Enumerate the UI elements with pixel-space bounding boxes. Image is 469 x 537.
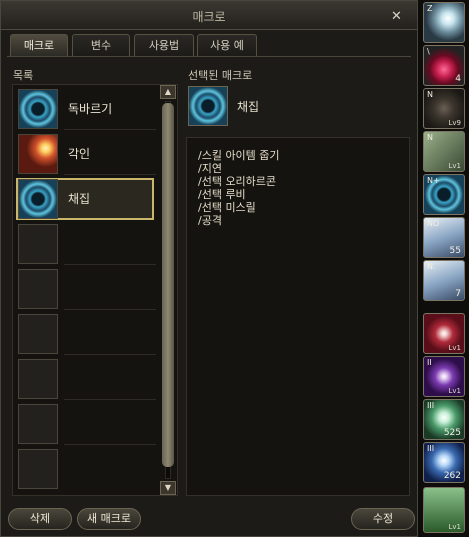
empty-slot[interactable]: [16, 313, 156, 355]
slot-count: 525: [443, 428, 461, 438]
slot-key: III: [427, 401, 435, 410]
list-scrollbar[interactable]: ▲ ▼: [160, 85, 176, 495]
empty-slot[interactable]: [16, 403, 156, 445]
empty-slot[interactable]: [16, 268, 156, 310]
tab-variables[interactable]: 변수: [72, 34, 130, 56]
tab-macro[interactable]: 매크로: [10, 34, 68, 56]
scroll-thumb[interactable]: [162, 103, 174, 467]
divider: [64, 399, 156, 400]
tab-usage[interactable]: 사용법: [134, 34, 194, 56]
arrow-skill-icon[interactable]: Lv1: [423, 487, 465, 533]
list-header: 목록: [13, 69, 34, 82]
title-bar[interactable]: 매크로 ✕: [1, 1, 417, 30]
gather-skill-icon[interactable]: N+: [423, 174, 465, 215]
empty-slot-icon: [18, 269, 58, 309]
tab-examples[interactable]: 사용 예: [197, 34, 257, 56]
slot-level: Lv9: [448, 119, 462, 127]
empty-slot[interactable]: [16, 358, 156, 400]
slot-count: 262: [443, 471, 461, 481]
slot-level: Lv1: [448, 162, 462, 170]
slot-key: NO: [427, 219, 440, 228]
wing-skill-icon[interactable]: Z: [423, 2, 465, 43]
slot-key: N: [427, 90, 433, 99]
slot-key: N.: [427, 262, 436, 271]
slot-level: Lv1: [448, 523, 462, 531]
macro-editor[interactable]: /스킬 아이템 줍기 /지연 /선택 오리하르콘 /선택 루비 /선택 미스릴 …: [186, 137, 410, 496]
swirl-skill-icon: [18, 89, 58, 129]
quick-slot-bar: Z \ 4 N Lv9 N Lv1 N+ NO 55 N. 7 Lv1 II L…: [421, 0, 469, 537]
gather-skill-icon[interactable]: [188, 86, 228, 126]
close-icon[interactable]: ✕: [391, 10, 402, 23]
light-skill-icon[interactable]: III 525: [423, 399, 465, 440]
slot-key: Z: [427, 4, 433, 13]
selected-macro-name: 채집: [237, 100, 260, 114]
burst-skill-icon: [18, 134, 58, 174]
scroll-icon[interactable]: NO 55: [423, 217, 465, 258]
delete-button[interactable]: 삭제: [8, 508, 72, 530]
gather-skill-icon: [18, 179, 58, 219]
divider: [64, 264, 156, 265]
slot-key: N: [427, 133, 433, 142]
scroll-icon[interactable]: N. 7: [423, 260, 465, 301]
list-item-selected[interactable]: 채집: [16, 178, 154, 220]
list-item-label: 채집: [68, 192, 91, 206]
slot-key: N+: [427, 176, 440, 185]
scroll-down-button[interactable]: ▼: [160, 481, 176, 495]
potion-icon[interactable]: \ 4: [423, 45, 465, 86]
list-item-label: 독바르기: [68, 102, 113, 116]
empty-slot[interactable]: [16, 223, 156, 265]
new-macro-button[interactable]: 새 매크로: [77, 508, 141, 530]
red-eye-icon[interactable]: Lv1: [423, 313, 465, 354]
dark-skill-icon[interactable]: N Lv9: [423, 88, 465, 129]
empty-slot-icon: [18, 314, 58, 354]
blue-skill-icon[interactable]: III 262: [423, 442, 465, 483]
divider: [64, 129, 156, 130]
slot-count: 7: [455, 289, 461, 299]
empty-slot-icon: [18, 449, 58, 489]
purple-eye-icon[interactable]: II Lv1: [423, 356, 465, 397]
slot-count: 4: [455, 74, 461, 84]
list-item[interactable]: 각인: [16, 133, 156, 175]
list-item-label: 각인: [68, 147, 91, 161]
slot-count: 55: [449, 246, 461, 256]
scroll-skill-icon[interactable]: N Lv1: [423, 131, 465, 172]
empty-slot-icon: [18, 224, 58, 264]
slot-key: II: [427, 358, 432, 367]
slot-level: Lv1: [448, 344, 462, 352]
macro-list: 독바르기 각인 채집: [12, 84, 178, 496]
divider: [64, 309, 156, 310]
tab-divider: [7, 56, 411, 57]
slot-key: III: [427, 444, 435, 453]
divider: [64, 444, 156, 445]
divider: [64, 174, 156, 175]
slot-level: Lv1: [448, 387, 462, 395]
macro-line: /공격: [198, 214, 222, 227]
scroll-up-button[interactable]: ▲: [160, 85, 176, 99]
empty-slot-icon: [18, 359, 58, 399]
macro-window: 매크로 ✕ 매크로 변수 사용법 사용 예 목록 선택된 매크로 독바르기 각인…: [0, 0, 418, 537]
slot-key: \: [427, 47, 430, 56]
list-item[interactable]: 독바르기: [16, 88, 156, 130]
empty-slot[interactable]: [16, 448, 154, 490]
window-title: 매크로: [192, 10, 226, 24]
selected-macro-header: 선택된 매크로: [188, 69, 253, 82]
divider: [64, 354, 156, 355]
empty-slot-icon: [18, 404, 58, 444]
edit-button[interactable]: 수정: [351, 508, 415, 530]
